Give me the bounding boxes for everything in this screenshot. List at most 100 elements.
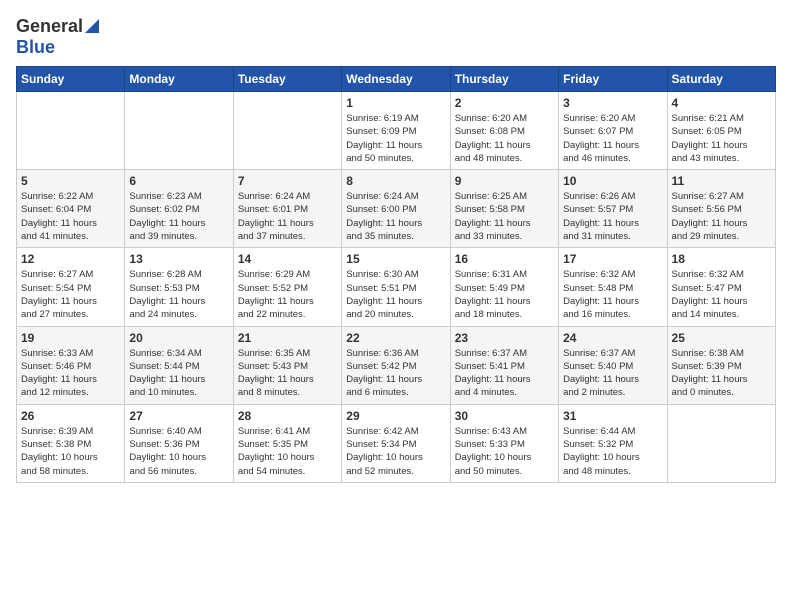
calendar-cell: 17 Sunrise: 6:32 AM Sunset: 5:48 PM Dayli… (559, 248, 667, 326)
day-info: Sunrise: 6:41 AM Sunset: 5:35 PM Dayligh… (238, 425, 337, 478)
day-number: 17 (563, 252, 662, 266)
calendar-cell: 26Sunrise: 6:39 AM Sunset: 5:38 PM Dayli… (17, 404, 125, 482)
calendar-cell (17, 92, 125, 170)
day-info: Sunrise: 6:24 AM Sunset: 6:01 PM Dayligh… (238, 190, 337, 243)
day-info: Sunrise: 6:36 AM Sunset: 5:42 PM Dayligh… (346, 347, 445, 400)
calendar-cell: 8 Sunrise: 6:24 AM Sunset: 6:00 PM Daylig… (342, 170, 450, 248)
day-number: 5 (21, 174, 120, 188)
logo-blue-text: Blue (16, 37, 55, 57)
calendar-cell (125, 92, 233, 170)
day-info: Sunrise: 6:30 AM Sunset: 5:51 PM Dayligh… (346, 268, 445, 321)
calendar-cell (233, 92, 341, 170)
calendar-cell: 24 Sunrise: 6:37 AM Sunset: 5:40 PM Dayli… (559, 326, 667, 404)
day-info: Sunrise: 6:26 AM Sunset: 5:57 PM Dayligh… (563, 190, 662, 243)
day-number: 2 (455, 96, 554, 110)
calendar-cell: 23 Sunrise: 6:37 AM Sunset: 5:41 PM Dayli… (450, 326, 558, 404)
calendar-cell: 4 Sunrise: 6:21 AM Sunset: 6:05 PM Daylig… (667, 92, 775, 170)
calendar-week-row: 26Sunrise: 6:39 AM Sunset: 5:38 PM Dayli… (17, 404, 776, 482)
calendar-cell: 30Sunrise: 6:43 AM Sunset: 5:33 PM Dayli… (450, 404, 558, 482)
calendar-cell: 16Sunrise: 6:31 AM Sunset: 5:49 PM Dayli… (450, 248, 558, 326)
day-header-monday: Monday (125, 67, 233, 92)
day-number: 20 (129, 331, 228, 345)
day-header-saturday: Saturday (667, 67, 775, 92)
calendar-week-row: 1 Sunrise: 6:19 AM Sunset: 6:09 PM Daylig… (17, 92, 776, 170)
calendar-header-row: SundayMondayTuesdayWednesdayThursdayFrid… (17, 67, 776, 92)
day-info: Sunrise: 6:27 AM Sunset: 5:56 PM Dayligh… (672, 190, 771, 243)
day-number: 4 (672, 96, 771, 110)
day-info: Sunrise: 6:20 AM Sunset: 6:08 PM Dayligh… (455, 112, 554, 165)
day-number: 1 (346, 96, 445, 110)
calendar-cell: 14Sunrise: 6:29 AM Sunset: 5:52 PM Dayli… (233, 248, 341, 326)
day-info: Sunrise: 6:22 AM Sunset: 6:04 PM Dayligh… (21, 190, 120, 243)
day-number: 6 (129, 174, 228, 188)
logo-general-text: General (16, 16, 83, 37)
day-number: 8 (346, 174, 445, 188)
day-number: 28 (238, 409, 337, 423)
day-number: 15 (346, 252, 445, 266)
calendar-cell: 7 Sunrise: 6:24 AM Sunset: 6:01 PM Daylig… (233, 170, 341, 248)
day-info: Sunrise: 6:37 AM Sunset: 5:41 PM Dayligh… (455, 347, 554, 400)
day-number: 12 (21, 252, 120, 266)
day-info: Sunrise: 6:20 AM Sunset: 6:07 PM Dayligh… (563, 112, 662, 165)
calendar-cell: 21Sunrise: 6:35 AM Sunset: 5:43 PM Dayli… (233, 326, 341, 404)
day-number: 3 (563, 96, 662, 110)
day-number: 29 (346, 409, 445, 423)
logo-arrow-icon (85, 19, 99, 33)
calendar-cell: 15 Sunrise: 6:30 AM Sunset: 5:51 PM Dayli… (342, 248, 450, 326)
calendar-cell: 12 Sunrise: 6:27 AM Sunset: 5:54 PM Dayli… (17, 248, 125, 326)
day-info: Sunrise: 6:24 AM Sunset: 6:00 PM Dayligh… (346, 190, 445, 243)
calendar-cell: 9 Sunrise: 6:25 AM Sunset: 5:58 PM Daylig… (450, 170, 558, 248)
logo-line1: General (16, 16, 99, 37)
day-info: Sunrise: 6:28 AM Sunset: 5:53 PM Dayligh… (129, 268, 228, 321)
calendar-cell (667, 404, 775, 482)
calendar-cell: 18Sunrise: 6:32 AM Sunset: 5:47 PM Dayli… (667, 248, 775, 326)
day-number: 7 (238, 174, 337, 188)
day-number: 11 (672, 174, 771, 188)
day-number: 13 (129, 252, 228, 266)
calendar-cell: 25Sunrise: 6:38 AM Sunset: 5:39 PM Dayli… (667, 326, 775, 404)
calendar-cell: 11 Sunrise: 6:27 AM Sunset: 5:56 PM Dayli… (667, 170, 775, 248)
calendar-cell: 22Sunrise: 6:36 AM Sunset: 5:42 PM Dayli… (342, 326, 450, 404)
day-info: Sunrise: 6:32 AM Sunset: 5:47 PM Dayligh… (672, 268, 771, 321)
day-info: Sunrise: 6:25 AM Sunset: 5:58 PM Dayligh… (455, 190, 554, 243)
logo-line2: Blue (16, 37, 55, 58)
day-header-sunday: Sunday (17, 67, 125, 92)
day-info: Sunrise: 6:31 AM Sunset: 5:49 PM Dayligh… (455, 268, 554, 321)
day-info: Sunrise: 6:37 AM Sunset: 5:40 PM Dayligh… (563, 347, 662, 400)
calendar-cell: 10Sunrise: 6:26 AM Sunset: 5:57 PM Dayli… (559, 170, 667, 248)
day-info: Sunrise: 6:32 AM Sunset: 5:48 PM Dayligh… (563, 268, 662, 321)
calendar-cell: 2 Sunrise: 6:20 AM Sunset: 6:08 PM Daylig… (450, 92, 558, 170)
day-info: Sunrise: 6:23 AM Sunset: 6:02 PM Dayligh… (129, 190, 228, 243)
day-info: Sunrise: 6:29 AM Sunset: 5:52 PM Dayligh… (238, 268, 337, 321)
calendar-cell: 29Sunrise: 6:42 AM Sunset: 5:34 PM Dayli… (342, 404, 450, 482)
calendar-cell: 28 Sunrise: 6:41 AM Sunset: 5:35 PM Dayli… (233, 404, 341, 482)
calendar-cell: 27Sunrise: 6:40 AM Sunset: 5:36 PM Dayli… (125, 404, 233, 482)
calendar-cell: 1 Sunrise: 6:19 AM Sunset: 6:09 PM Daylig… (342, 92, 450, 170)
day-info: Sunrise: 6:35 AM Sunset: 5:43 PM Dayligh… (238, 347, 337, 400)
calendar-week-row: 5 Sunrise: 6:22 AM Sunset: 6:04 PM Daylig… (17, 170, 776, 248)
calendar-cell: 19 Sunrise: 6:33 AM Sunset: 5:46 PM Dayli… (17, 326, 125, 404)
day-info: Sunrise: 6:27 AM Sunset: 5:54 PM Dayligh… (21, 268, 120, 321)
day-number: 23 (455, 331, 554, 345)
day-number: 27 (129, 409, 228, 423)
day-header-tuesday: Tuesday (233, 67, 341, 92)
calendar-table: SundayMondayTuesdayWednesdayThursdayFrid… (16, 66, 776, 483)
day-header-wednesday: Wednesday (342, 67, 450, 92)
day-number: 31 (563, 409, 662, 423)
day-info: Sunrise: 6:39 AM Sunset: 5:38 PM Dayligh… (21, 425, 120, 478)
day-number: 30 (455, 409, 554, 423)
page-header: General Blue (16, 16, 776, 58)
calendar-week-row: 12 Sunrise: 6:27 AM Sunset: 5:54 PM Dayli… (17, 248, 776, 326)
day-number: 24 (563, 331, 662, 345)
calendar-cell: 31 Sunrise: 6:44 AM Sunset: 5:32 PM Dayli… (559, 404, 667, 482)
day-number: 9 (455, 174, 554, 188)
calendar-cell: 5 Sunrise: 6:22 AM Sunset: 6:04 PM Daylig… (17, 170, 125, 248)
day-info: Sunrise: 6:33 AM Sunset: 5:46 PM Dayligh… (21, 347, 120, 400)
calendar-cell: 20Sunrise: 6:34 AM Sunset: 5:44 PM Dayli… (125, 326, 233, 404)
day-info: Sunrise: 6:44 AM Sunset: 5:32 PM Dayligh… (563, 425, 662, 478)
calendar-week-row: 19 Sunrise: 6:33 AM Sunset: 5:46 PM Dayli… (17, 326, 776, 404)
day-info: Sunrise: 6:19 AM Sunset: 6:09 PM Dayligh… (346, 112, 445, 165)
day-info: Sunrise: 6:21 AM Sunset: 6:05 PM Dayligh… (672, 112, 771, 165)
day-number: 19 (21, 331, 120, 345)
logo: General Blue (16, 16, 99, 58)
